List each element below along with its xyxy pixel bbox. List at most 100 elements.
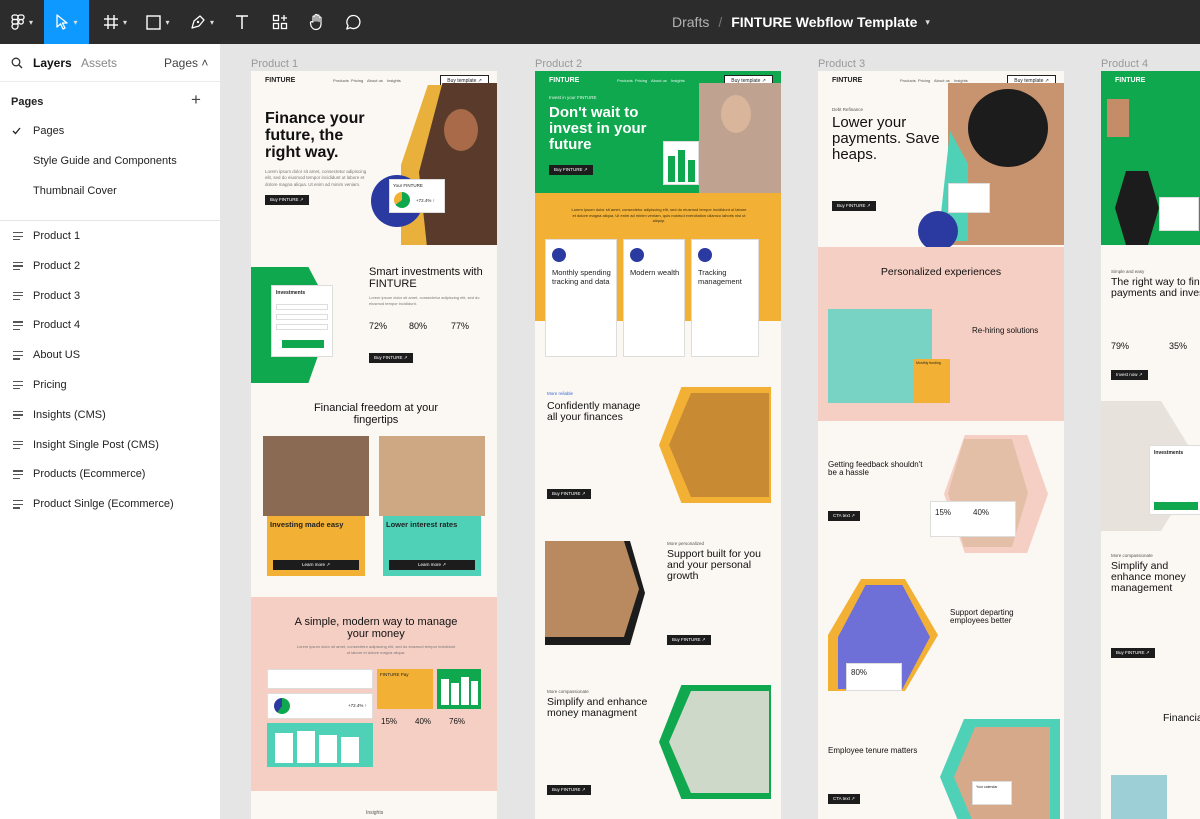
pages-toggle[interactable]: Pages ˄	[164, 56, 208, 70]
s3-photo-1	[263, 436, 369, 516]
hero-card-value: +72.4% ↑	[416, 198, 435, 203]
s2-stat: 79%	[1111, 341, 1130, 351]
tab-layers[interactable]: Layers	[33, 56, 72, 70]
frame-label-product-2[interactable]: Product 2	[535, 58, 582, 70]
chart-bar	[471, 681, 478, 705]
layer-item[interactable]: Product 1	[0, 221, 220, 251]
learn-more-button: Learn more ↗	[389, 560, 475, 570]
add-page-icon[interactable]: +	[191, 90, 201, 110]
hero-mini-card	[948, 183, 990, 213]
layer-item-label: Insights (CMS)	[33, 408, 106, 421]
frame-product-2[interactable]: FINTURE Products Pricing About us Insigh…	[535, 71, 781, 819]
hero-stat-card: Your FINTURE +72.4% ↑	[389, 179, 445, 213]
s2-stat: 80%	[409, 321, 428, 331]
page-item[interactable]: Style Guide and Components	[0, 146, 220, 176]
page-item-label: Style Guide and Components	[33, 155, 177, 167]
feature-dot-icon	[552, 248, 566, 262]
frame-label-product-1[interactable]: Product 1	[251, 58, 298, 70]
frame-product-3[interactable]: FINTURE Products Pricing About us Insigh…	[818, 71, 1064, 819]
move-tool-button[interactable]: ▾	[44, 0, 89, 44]
frame-lines-icon	[13, 470, 23, 481]
layer-item[interactable]: Products (Ecommerce)	[0, 459, 220, 489]
finture-logo: FINTURE	[1115, 77, 1146, 84]
s2-kicker: Simple and easy	[1111, 269, 1145, 274]
s3-title: Getting feedback shouldn't be a hassle	[828, 460, 923, 478]
block-kicker: More compassionate	[547, 689, 589, 694]
s4-title: Support departing employees better	[950, 608, 1014, 626]
pen-nib-icon	[191, 15, 205, 29]
s3-kicker: More compassionate	[1111, 553, 1153, 558]
frame-product-4[interactable]: FINTURE Simple and easy The right way to…	[1101, 71, 1200, 819]
frame-product-1[interactable]: FINTURE Products Pricing About us Insigh…	[251, 71, 497, 819]
file-name[interactable]: FINTURE Webflow Template	[731, 14, 917, 30]
hero-buy-button: Buy FINTURE ↗	[265, 195, 309, 205]
s4-input-card	[267, 669, 373, 689]
layer-item-label: Product 3	[33, 289, 81, 302]
feature-card: Tracking management	[691, 239, 759, 357]
s3-card-teal: Lower interest rates Learn more ↗	[383, 516, 481, 576]
block-kicker: More reliable	[547, 391, 574, 396]
investments-card: Investments	[1149, 445, 1200, 515]
finture-logo: FINTURE	[549, 77, 580, 84]
feature-dot-icon	[698, 248, 712, 262]
tab-assets[interactable]: Assets	[81, 56, 117, 70]
checkmark-icon	[12, 127, 21, 135]
text-tool-button[interactable]	[230, 0, 254, 44]
feature-title: Modern wealth	[630, 268, 680, 277]
hero-buy-button: Buy FINTURE ↗	[549, 165, 593, 175]
hand-tool-button[interactable]	[304, 0, 330, 44]
nav-link: Insights	[671, 78, 685, 83]
search-icon[interactable]	[11, 57, 23, 69]
block-buy-button: Buy FINTURE ↗	[547, 785, 591, 795]
hero-photo-hair	[968, 89, 1048, 167]
pen-tool-button[interactable]: ▾	[184, 0, 220, 44]
comment-tool-button[interactable]	[341, 0, 365, 44]
layer-item[interactable]: About US	[0, 340, 220, 370]
comment-bubble-icon	[345, 14, 361, 30]
resources-button[interactable]	[268, 0, 292, 44]
feature-title: Tracking management	[698, 268, 742, 286]
breadcrumb: Drafts / FINTURE Webflow Template ▾	[672, 0, 930, 44]
file-menu-chevron-icon[interactable]: ▾	[925, 17, 930, 28]
frame-lines-icon	[13, 440, 23, 452]
breadcrumb-drafts[interactable]: Drafts	[672, 14, 709, 30]
shape-tool-button[interactable]: ▾	[140, 0, 176, 44]
frame-tool-button[interactable]: ▾	[98, 0, 132, 44]
frame-label-product-4[interactable]: Product 4	[1101, 58, 1148, 70]
hero-mini-card	[1159, 197, 1199, 231]
hand-icon	[309, 13, 322, 31]
block-buy-button: Buy FINTURE ↗	[667, 635, 711, 645]
s3-title: Simplify and enhance money management	[1111, 560, 1186, 595]
s5-kicker: Insights	[366, 810, 384, 816]
nav-link: Products	[333, 78, 349, 83]
frame-lines-icon	[13, 500, 23, 511]
components-icon	[272, 14, 288, 30]
s4-text: Lorem ipsum dolor sit amet, consectetur …	[296, 644, 456, 655]
layer-item[interactable]: Product 2	[0, 251, 220, 281]
page-item[interactable]: Pages	[0, 116, 220, 146]
canvas[interactable]: Product 1 FINTURE Products Pricing About…	[221, 44, 1200, 819]
layer-item[interactable]: Product 4	[0, 310, 220, 340]
layer-item[interactable]: Insight Single Post (CMS)	[0, 430, 220, 460]
layer-item[interactable]: Product 3	[0, 281, 220, 311]
frame-label-product-3[interactable]: Product 3	[818, 58, 865, 70]
page-item[interactable]: Thumbnail Cover	[0, 176, 220, 206]
hero-text: Lorem ipsum dolor sit amet, consectetur …	[265, 169, 367, 187]
frame-lines-icon	[13, 381, 23, 392]
layer-item-label: Product 2	[33, 259, 81, 272]
feature-card: Monthly spending tracking and data	[545, 239, 617, 357]
card-input	[276, 304, 328, 310]
chevron-down-icon: ▾	[165, 17, 170, 27]
chevron-down-icon: ▾	[73, 17, 78, 27]
sidebar-tabs: Layers Assets Pages ˄	[0, 44, 220, 82]
layer-item[interactable]: Product Sinlge (Ecommerce)	[0, 489, 220, 519]
hero-buy-button: Buy FINTURE ↗	[832, 201, 876, 211]
band-text: Lorem ipsum dolor sit amet, consectetur …	[571, 207, 747, 224]
main-menu-button[interactable]: ▾	[0, 0, 44, 44]
card-input	[276, 324, 328, 330]
layer-item[interactable]: Insights (CMS)	[0, 400, 220, 430]
chart-bar	[668, 156, 675, 182]
s2-title: Personalized experiences	[880, 266, 1002, 278]
layer-item[interactable]: Pricing	[0, 370, 220, 400]
hero-photo	[1107, 99, 1129, 137]
